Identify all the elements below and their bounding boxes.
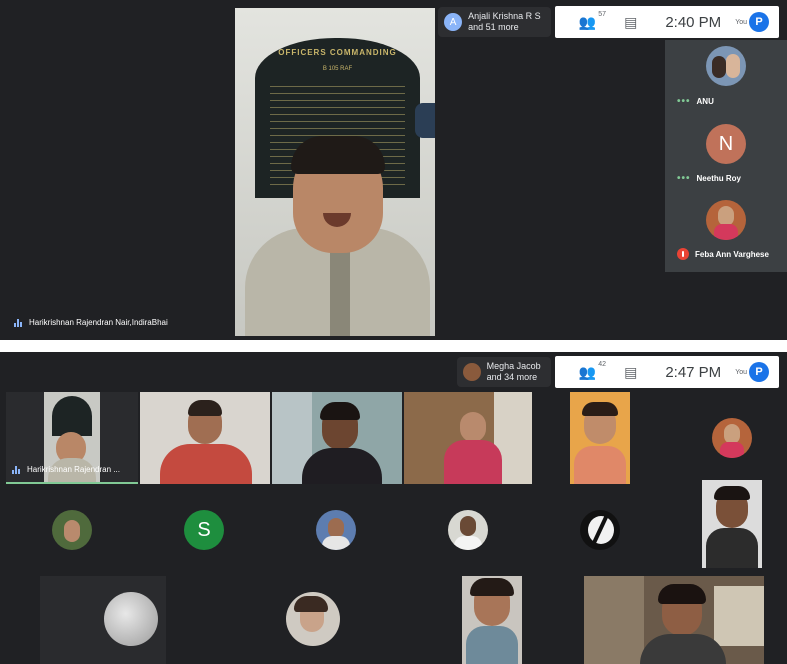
presenter-avatar: A xyxy=(444,13,463,31)
self-avatar[interactable]: P xyxy=(749,12,769,32)
participant-tile-neethu[interactable]: N xyxy=(665,124,787,164)
meeting-controls-bar: 👥 57 ▤ 2:40 PM You P xyxy=(554,6,779,38)
people-icon[interactable]: 👥 42 xyxy=(579,361,606,381)
top-bar: A Anjali Krishna R S and 51 more 👥 57 ▤ 2… xyxy=(438,6,779,38)
muted-mic-icon xyxy=(677,248,689,260)
participant-tile-feba[interactable] xyxy=(665,200,787,240)
participant-tile-3-4[interactable] xyxy=(584,576,764,664)
participant-avatar-feba[interactable] xyxy=(712,418,752,458)
presenter-chip[interactable]: A Anjali Krishna R S and 51 more xyxy=(438,7,551,37)
participant-name: Neethu Roy xyxy=(696,174,741,183)
participant-avatar-2-1[interactable] xyxy=(52,510,92,550)
participant-tile-2-6[interactable] xyxy=(702,480,762,568)
presenter-avatar xyxy=(462,363,481,381)
main-speaker-name: Harikrishnan Rajendran Nair,IndiraBhai xyxy=(29,318,168,327)
participant-avatar-s[interactable]: S xyxy=(184,510,224,550)
presenter-name: Anjali Krishna R S xyxy=(468,11,541,21)
meet-screenshot-2: Megha Jacob and 34 more 👥 42 ▤ 2:47 PM Yo… xyxy=(0,352,787,664)
participant-tile-3[interactable] xyxy=(272,392,402,484)
participant-tile-anu[interactable] xyxy=(665,46,787,86)
chat-icon[interactable]: ▤ xyxy=(624,14,637,31)
participant-avatar-2-4[interactable] xyxy=(448,510,488,550)
meet-screenshot-1: OFFICERS COMMANDING B 105 RAF Harikrishn… xyxy=(0,0,787,340)
first-tile-name: Harikrishnan Rajendran ... xyxy=(27,465,120,474)
participant-label-anu: ••• ANU xyxy=(677,96,714,107)
people-icon[interactable]: 👥 57 xyxy=(579,11,606,31)
clock-time: 2:40 PM xyxy=(665,13,722,31)
you-label: You xyxy=(735,18,747,26)
presenter-chip[interactable]: Megha Jacob and 34 more xyxy=(456,357,551,387)
participant-tile-2[interactable] xyxy=(140,392,270,484)
speaking-dots-icon: ••• xyxy=(677,173,691,184)
meeting-controls-bar: 👥 42 ▤ 2:47 PM You P xyxy=(554,356,779,388)
participant-avatar-2-5[interactable] xyxy=(580,510,620,550)
neethu-avatar: N xyxy=(706,124,746,164)
participant-name: ANU xyxy=(696,97,714,106)
you-label: You xyxy=(735,368,747,376)
participant-avatar-2-3[interactable] xyxy=(316,510,356,550)
first-tile-name-tag: Harikrishnan Rajendran ... xyxy=(12,465,120,474)
participant-sidebar: ••• ANU N ••• Neethu Roy Feba Ann Varghe… xyxy=(665,40,787,272)
self-avatar[interactable]: P xyxy=(749,362,769,382)
feba-avatar xyxy=(706,200,746,240)
presenter-name: Megha Jacob xyxy=(486,361,541,371)
chat-icon[interactable]: ▤ xyxy=(624,364,637,381)
participant-tile-3-3[interactable] xyxy=(462,576,522,664)
main-speaker-name-tag: Harikrishnan Rajendran Nair,IndiraBhai xyxy=(14,318,168,327)
board-unit: B 105 RAF xyxy=(322,66,353,72)
main-speaker-video[interactable]: OFFICERS COMMANDING B 105 RAF xyxy=(235,8,435,336)
anu-avatar xyxy=(706,46,746,86)
audio-level-icon xyxy=(12,465,21,474)
top-bar: Megha Jacob and 34 more 👥 42 ▤ 2:47 PM Yo… xyxy=(456,356,779,388)
board-heading: OFFICERS COMMANDING xyxy=(278,48,397,57)
participant-label-neethu: ••• Neethu Roy xyxy=(677,173,741,184)
participant-label-feba: Feba Ann Varghese xyxy=(677,248,769,260)
participant-avatar-3-1[interactable] xyxy=(104,592,158,646)
participants-count: 42 xyxy=(598,360,607,368)
speaking-dots-icon: ••• xyxy=(677,96,691,107)
presenter-more: and 34 more xyxy=(486,372,538,382)
audio-level-icon xyxy=(14,318,23,327)
participant-avatar-3-2[interactable] xyxy=(286,592,340,646)
participant-name: Feba Ann Varghese xyxy=(695,249,769,259)
presenter-more: and 51 more xyxy=(468,22,519,32)
clock-time: 2:47 PM xyxy=(665,363,722,381)
participant-tile-4[interactable] xyxy=(404,392,532,484)
participants-count: 57 xyxy=(598,10,607,18)
participant-tile-5[interactable] xyxy=(570,392,630,484)
